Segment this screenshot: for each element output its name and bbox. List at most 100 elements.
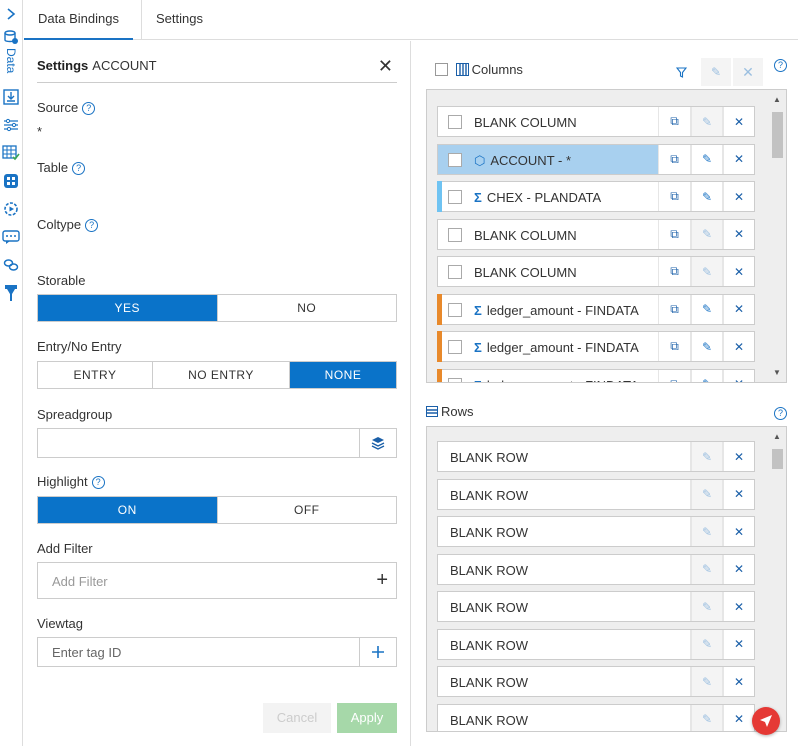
edit-icon[interactable]: ✎ [690, 479, 722, 509]
remove-icon[interactable]: ✕ [722, 517, 754, 546]
remove-icon[interactable]: ✕ [722, 629, 754, 659]
link-icon[interactable] [2, 256, 20, 274]
edit-icon[interactable]: ✎ [690, 182, 722, 211]
edit-icon[interactable]: ✎ [690, 332, 722, 361]
scroll-down-icon[interactable]: ▼ [773, 368, 781, 377]
columns-clear-icon[interactable]: ✕ [733, 58, 763, 86]
column-checkbox[interactable] [448, 152, 462, 167]
plus-icon[interactable]: + [376, 570, 388, 590]
tab-settings[interactable]: Settings [142, 0, 217, 40]
remove-icon[interactable]: ✕ [722, 592, 754, 621]
grid-app-icon[interactable] [2, 172, 20, 190]
row-item[interactable]: BLANK ROW ✎ ✕ [437, 516, 755, 547]
scroll-thumb[interactable] [772, 112, 783, 158]
plus-icon[interactable] [359, 638, 396, 666]
remove-icon[interactable]: ✕ [722, 442, 754, 471]
help-icon[interactable]: ? [82, 102, 96, 115]
edit-icon[interactable]: ✎ [690, 219, 722, 249]
filter-icon[interactable] [675, 66, 688, 81]
remove-icon[interactable]: ✕ [722, 257, 754, 286]
edit-icon[interactable]: ✎ [690, 592, 722, 621]
row-item[interactable]: BLANK ROW ✎ ✕ [437, 441, 755, 472]
cancel-button[interactable]: Cancel [263, 703, 331, 733]
edit-icon[interactable]: ✎ [690, 144, 722, 174]
edit-icon[interactable]: ✎ [690, 442, 722, 471]
remove-icon[interactable]: ✕ [722, 369, 754, 382]
edit-icon[interactable]: ✎ [690, 517, 722, 546]
add-filter-field[interactable]: Add Filter + [37, 562, 397, 599]
copy-icon[interactable]: ⧉ [658, 332, 690, 361]
comment-icon[interactable] [2, 228, 20, 246]
remove-icon[interactable]: ✕ [722, 182, 754, 211]
edit-icon[interactable]: ✎ [690, 554, 722, 584]
edit-icon[interactable]: ✎ [690, 257, 722, 286]
remove-icon[interactable]: ✕ [722, 554, 754, 584]
row-item[interactable]: BLANK ROW ✎ ✕ [437, 703, 755, 731]
feedback-button[interactable] [752, 707, 780, 735]
column-item[interactable]: Σ CHEX - PLANDATA ⧉ ✎ ✕ [437, 181, 755, 212]
column-item[interactable]: ⬡ ACCOUNT - * ⧉ ✎ ✕ [437, 143, 755, 175]
funnel-tool-icon[interactable] [2, 284, 20, 302]
sliders-icon[interactable] [2, 116, 20, 134]
no-entry-button[interactable]: NO ENTRY [152, 362, 289, 388]
edit-icon[interactable]: ✎ [690, 107, 722, 136]
remove-icon[interactable]: ✕ [722, 479, 754, 509]
viewtag-field[interactable]: Enter tag ID [37, 637, 397, 667]
column-item[interactable]: BLANK COLUMN ⧉ ✎ ✕ [437, 106, 755, 137]
row-item[interactable]: BLANK ROW ✎ ✕ [437, 553, 755, 585]
column-item[interactable]: Σledger_amount - FINDATA ⧉✎✕ [437, 368, 755, 382]
copy-icon[interactable]: ⧉ [658, 144, 690, 174]
column-checkbox[interactable] [448, 265, 462, 279]
column-item[interactable]: BLANK COLUMN ⧉ ✎ ✕ [437, 218, 755, 250]
columns-select-all-checkbox[interactable] [435, 63, 448, 76]
edit-icon[interactable]: ✎ [690, 369, 722, 382]
row-item[interactable]: BLANK ROW ✎ ✕ [437, 628, 755, 660]
column-checkbox[interactable] [448, 377, 462, 382]
remove-icon[interactable]: ✕ [722, 144, 754, 174]
import-icon[interactable] [2, 88, 20, 106]
column-checkbox[interactable] [448, 190, 462, 204]
column-checkbox[interactable] [448, 227, 462, 242]
column-checkbox[interactable] [448, 340, 462, 354]
remove-icon[interactable]: ✕ [722, 667, 754, 696]
edit-icon[interactable]: ✎ [690, 294, 722, 324]
scroll-up-icon[interactable]: ▲ [773, 432, 781, 441]
layers-icon[interactable] [359, 429, 396, 457]
help-icon[interactable]: ? [85, 219, 99, 232]
chevron-right-icon[interactable] [2, 5, 20, 23]
apply-button[interactable]: Apply [337, 703, 397, 733]
tab-data-bindings[interactable]: Data Bindings [24, 0, 133, 40]
highlight-off-button[interactable]: OFF [216, 497, 397, 523]
remove-icon[interactable]: ✕ [722, 294, 754, 324]
help-icon[interactable]: ? [72, 162, 86, 175]
spreadgroup-field[interactable] [37, 428, 397, 458]
help-icon[interactable]: ? [774, 57, 787, 72]
rail-data-label[interactable]: Data [4, 48, 18, 73]
database-icon[interactable] [2, 28, 20, 46]
column-checkbox[interactable] [448, 115, 462, 129]
columns-scrollbar[interactable]: ▲ ▼ [769, 90, 786, 382]
row-item[interactable]: BLANK ROW ✎ ✕ [437, 478, 755, 510]
remove-icon[interactable]: ✕ [722, 704, 754, 731]
copy-icon[interactable]: ⧉ [658, 369, 690, 382]
copy-icon[interactable]: ⧉ [658, 257, 690, 286]
edit-icon[interactable]: ✎ [690, 667, 722, 696]
copy-icon[interactable]: ⧉ [658, 219, 690, 249]
column-item[interactable]: Σledger_amount - FINDATA ⧉✎✕ [437, 331, 755, 362]
help-icon[interactable]: ? [91, 476, 105, 489]
column-item[interactable]: Σledger_amount - FINDATA ⧉✎✕ [437, 293, 755, 325]
scroll-thumb[interactable] [772, 449, 783, 469]
remove-icon[interactable]: ✕ [722, 219, 754, 249]
close-icon[interactable]: ✕ [378, 56, 393, 77]
row-item[interactable]: BLANK ROW ✎ ✕ [437, 591, 755, 622]
scroll-up-icon[interactable]: ▲ [773, 95, 781, 104]
storable-yes-button[interactable]: YES [38, 295, 217, 321]
edit-icon[interactable]: ✎ [690, 629, 722, 659]
copy-icon[interactable]: ⧉ [658, 107, 690, 136]
entry-button[interactable]: ENTRY [38, 362, 152, 388]
column-item[interactable]: BLANK COLUMN ⧉ ✎ ✕ [437, 256, 755, 287]
remove-icon[interactable]: ✕ [722, 332, 754, 361]
gear-play-icon[interactable] [2, 200, 20, 218]
rows-scrollbar[interactable]: ▲ [769, 427, 786, 731]
columns-edit-icon[interactable]: ✎ [701, 58, 731, 86]
